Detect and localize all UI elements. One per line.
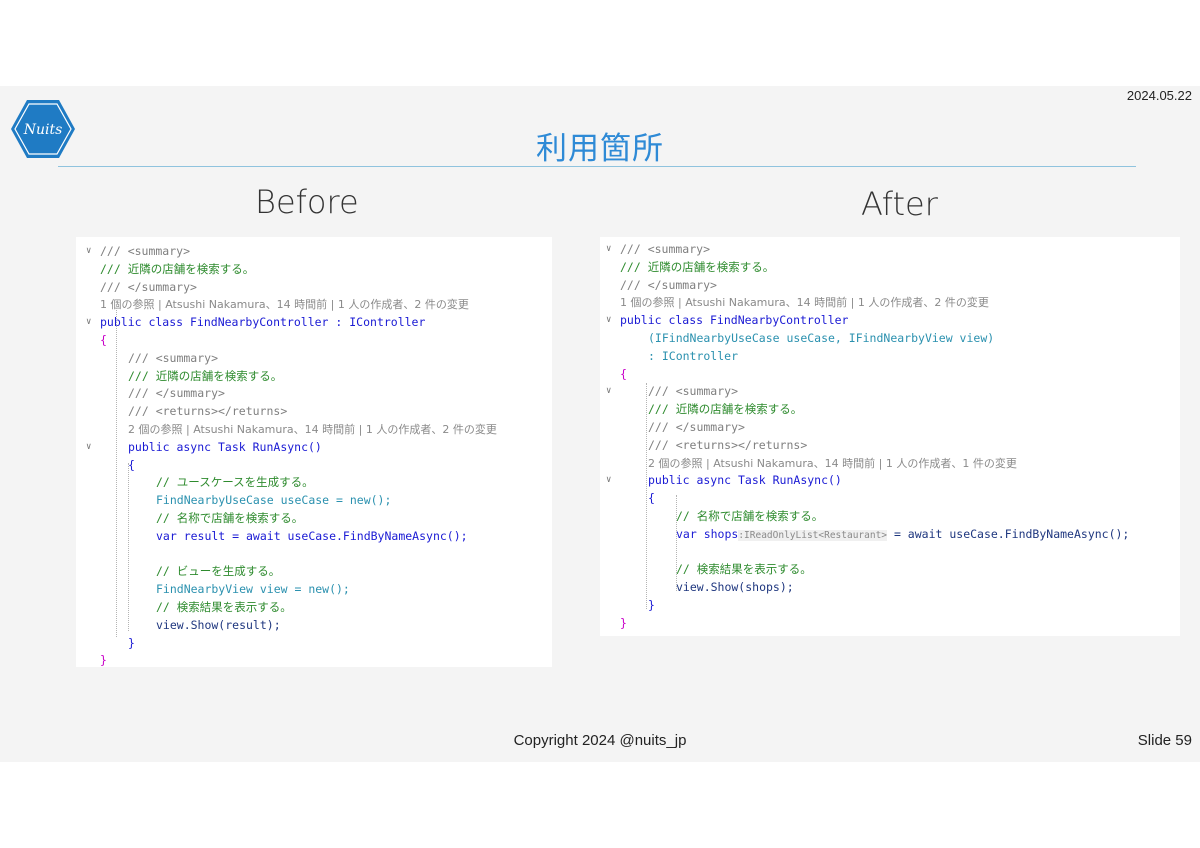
fold-chevron-icon[interactable]: ∨ (606, 386, 611, 396)
after-code-line: public class FindNearbyController (620, 313, 849, 328)
before-code-line: view.Show(result); (156, 617, 281, 632)
after-code-line: { (648, 491, 655, 506)
type-inlay-hint: :IReadOnlyList<Restaurant> (738, 529, 888, 541)
fold-chevron-icon[interactable]: ∨ (86, 246, 91, 256)
before-code-line: // ビューを生成する。 (156, 564, 281, 579)
fold-chevron-icon[interactable]: ∨ (86, 442, 91, 452)
before-code-line: /// </summary> (100, 279, 197, 294)
after-code-line: : IController (648, 348, 739, 363)
indent-guide (646, 383, 647, 609)
slide: 2024.05.22 Nuits 利用箇所 Before After /// <… (0, 86, 1200, 762)
after-code-line: (IFindNearbyUseCase useCase, IFindNearby… (648, 331, 995, 345)
after-code-line: { (620, 366, 627, 381)
before-code-line: { (128, 457, 135, 472)
title-divider (58, 166, 1136, 167)
after-code-line: 1 個の参照 | Atsushi Nakamura、14 時間前 | 1 人の作… (620, 296, 989, 310)
before-code: /// <summary> /// 近隣の店舗を検索する。 /// </summar… (76, 237, 552, 667)
indent-guide (128, 463, 129, 631)
before-code-line: var result = await useCase.FindByNameAsy… (156, 528, 468, 543)
before-code-line: } (100, 653, 107, 668)
after-code-line: view.Show(shops); (676, 580, 794, 595)
before-code-line: // 検索結果を表示する。 (156, 600, 292, 614)
before-code-line: FindNearbyUseCase useCase = new(); (156, 493, 392, 508)
shops-assignment: = await useCase.FindByNameAsync(); (887, 526, 1130, 541)
copyright-text: Copyright 2024 @nuits_jp (513, 732, 687, 749)
before-code-line: 1 個の参照 | Atsushi Nakamura、14 時間前 | 1 人の作… (100, 298, 469, 312)
indent-guide (676, 495, 677, 591)
after-code-line: } (620, 615, 627, 630)
fold-chevron-icon[interactable]: ∨ (86, 317, 91, 327)
after-code-panel: /// <summary> /// 近隣の店舗を検索する。 /// </summar… (600, 237, 1180, 636)
fold-chevron-icon[interactable]: ∨ (606, 475, 611, 485)
before-heading: Before (255, 183, 359, 221)
before-code-line: } (128, 635, 135, 650)
after-code-line: // 検索結果を表示する。 (676, 562, 812, 577)
after-code-line: // 名称で店舗を検索する。 (676, 509, 824, 523)
page-title: 利用箇所 (536, 131, 664, 167)
after-code-line: public async Task RunAsync() (648, 473, 842, 488)
before-code-line: { (100, 333, 107, 347)
after-code-line: /// </summary> (620, 277, 717, 292)
indent-guide (116, 301, 117, 637)
before-code-panel: /// <summary> /// 近隣の店舗を検索する。 /// </summar… (76, 237, 552, 667)
before-code-line: public async Task RunAsync() (128, 439, 322, 454)
after-code-line: /// <returns></returns> (648, 437, 808, 452)
shops-declaration: var shops (676, 526, 739, 541)
before-code-line: 2 個の参照 | Atsushi Nakamura、14 時間前 | 1 人の作… (128, 423, 497, 436)
fold-chevron-icon[interactable]: ∨ (606, 315, 611, 325)
before-code-line: /// <returns></returns> (128, 404, 288, 419)
before-code-line: public class FindNearbyController : ICon… (100, 315, 426, 330)
fold-chevron-icon[interactable]: ∨ (606, 244, 611, 254)
after-code-line: /// 近隣の店舗を検索する。 (620, 259, 775, 274)
after-code-line: /// </summary> (648, 420, 745, 434)
before-code-line: // ユースケースを生成する。 (156, 475, 314, 490)
before-code-line: /// </summary> (128, 386, 225, 401)
after-code-line: /// 近隣の店舗を検索する。 (648, 402, 803, 417)
slide-number: Slide 59 (1137, 732, 1192, 749)
before-code-line: /// 近隣の店舗を検索する。 (128, 368, 283, 383)
after-code-line: /// <summary> (648, 384, 739, 399)
before-code-line: /// <summary> (100, 244, 191, 258)
after-code-line: /// <summary> (620, 242, 711, 256)
before-code-line: // 名称で店舗を検索する。 (156, 511, 304, 525)
before-code-line: FindNearbyView view = new(); (156, 582, 350, 597)
after-heading: After (861, 185, 938, 223)
after-code-line: 2 個の参照 | Atsushi Nakamura、14 時間前 | 1 人の作… (648, 456, 1017, 470)
slide-date: 2024.05.22 (1126, 88, 1192, 103)
before-code-line: /// <summary> (128, 350, 219, 365)
after-code-line: } (648, 598, 655, 612)
before-code-line: /// 近隣の店舗を検索する。 (100, 261, 255, 276)
after-code-line: var shops:IReadOnlyList<Restaurant> = aw… (676, 526, 1129, 545)
after-code: /// <summary> /// 近隣の店舗を検索する。 /// </summar… (600, 237, 1180, 636)
